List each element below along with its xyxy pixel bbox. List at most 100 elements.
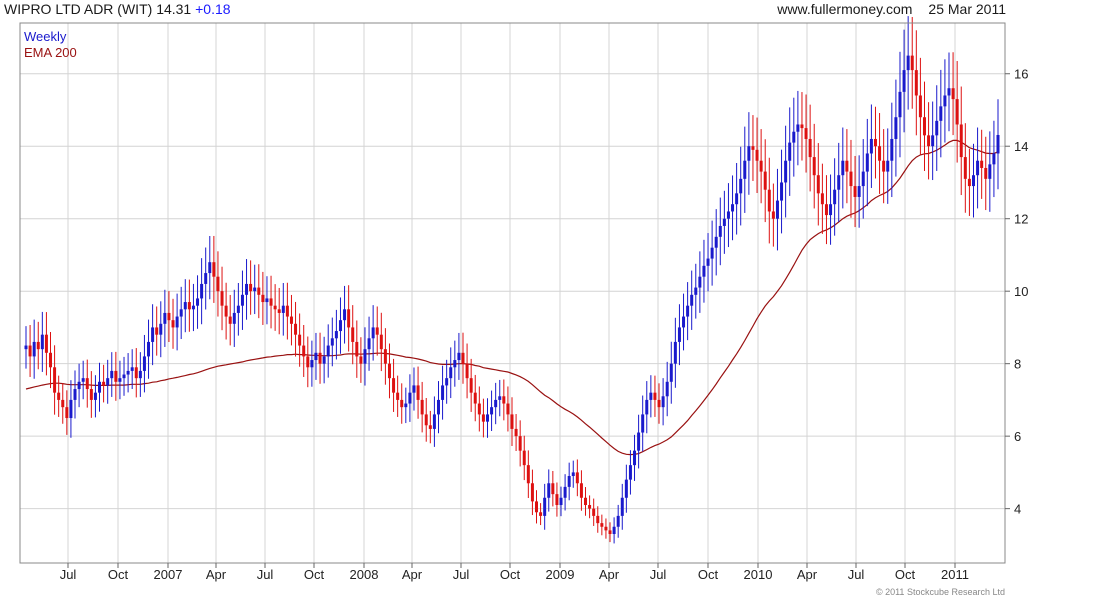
- candle-body: [939, 106, 943, 121]
- y-tick-label: 10: [1014, 284, 1028, 299]
- candle-body: [710, 247, 714, 259]
- candle-body: [65, 407, 69, 419]
- candle-body: [759, 160, 763, 172]
- candle-body: [539, 512, 543, 516]
- x-tick-label: Oct: [698, 567, 719, 582]
- candle-body: [359, 356, 363, 364]
- candle-body: [959, 124, 963, 158]
- candle-body: [228, 316, 232, 324]
- candle-body: [559, 497, 563, 506]
- candle-body: [927, 135, 931, 147]
- candle-body: [579, 483, 583, 498]
- candle-body: [976, 160, 980, 176]
- candle-body: [882, 160, 886, 172]
- candles-group: [24, 16, 1000, 544]
- candle-body: [608, 530, 612, 535]
- candle-body: [102, 381, 106, 386]
- candle-body: [780, 182, 784, 201]
- candle-body: [604, 526, 608, 531]
- candle-body: [367, 338, 371, 350]
- candle-body: [445, 378, 449, 386]
- candle-body: [624, 479, 628, 498]
- candle-body: [69, 399, 73, 419]
- candle-body: [931, 135, 935, 147]
- candle-body: [767, 189, 771, 212]
- candle-body: [788, 142, 792, 161]
- x-tick-label: Jul: [650, 567, 667, 582]
- candle-body: [592, 508, 596, 516]
- candle-body: [649, 392, 653, 400]
- candle-body: [718, 225, 722, 237]
- candle-body: [633, 450, 637, 466]
- candle-body: [396, 392, 400, 400]
- candle-body: [404, 403, 408, 408]
- candle-body: [951, 88, 955, 100]
- x-tick-label: 2008: [350, 567, 379, 582]
- candle-body: [669, 363, 673, 382]
- candle-body: [935, 120, 939, 136]
- candle-body: [620, 497, 624, 516]
- candle-body: [518, 436, 522, 451]
- candle-body: [584, 497, 588, 506]
- candle-body: [343, 309, 347, 321]
- candle-body: [747, 146, 751, 161]
- candle-body: [502, 396, 506, 404]
- candle-body: [155, 327, 159, 335]
- candle-body: [310, 360, 314, 368]
- y-axis: 4 6 8 10 12 14 16: [1005, 67, 1028, 517]
- candle-body: [379, 334, 383, 350]
- candle-body: [240, 294, 244, 306]
- candle-body: [947, 88, 951, 96]
- candle-body: [200, 283, 204, 299]
- candle-body: [106, 378, 110, 386]
- candle-body: [383, 349, 387, 364]
- candle-body: [314, 352, 318, 361]
- candle-body: [130, 367, 134, 371]
- candle-body: [902, 70, 906, 92]
- candle-body: [49, 352, 53, 368]
- candle-body: [187, 302, 191, 310]
- candle-body: [126, 370, 130, 375]
- candle-body: [800, 124, 804, 129]
- candle-body: [179, 309, 183, 317]
- candle-body: [77, 381, 81, 390]
- x-tick-label: Jul: [60, 567, 77, 582]
- candle-body: [453, 360, 457, 368]
- candle-body: [894, 117, 898, 139]
- candle-body: [191, 305, 195, 310]
- candle-body: [44, 334, 48, 353]
- candle-body: [273, 305, 277, 310]
- x-axis: Jul Oct 2007 Apr Jul Oct 2008 Apr Jul Oct 2009 Apr J…: [60, 563, 969, 582]
- candle-body: [498, 396, 502, 400]
- candle-body: [167, 312, 171, 321]
- candle-body: [163, 312, 167, 324]
- candle-body: [216, 276, 220, 292]
- candle-body: [898, 91, 902, 118]
- candle-body: [93, 392, 97, 400]
- candle-body: [914, 70, 918, 96]
- y-tick-label: 14: [1014, 139, 1028, 154]
- candle-body: [298, 334, 302, 346]
- candle-body: [988, 164, 992, 179]
- candle-body: [420, 399, 424, 415]
- candle-body: [673, 341, 677, 364]
- candle-body: [682, 316, 686, 328]
- x-tick-label: 2007: [154, 567, 183, 582]
- candle-body: [326, 345, 330, 357]
- y-tick-label: 16: [1014, 67, 1028, 82]
- candle-body: [910, 55, 914, 71]
- candle-body: [726, 211, 730, 219]
- candle-body: [641, 414, 645, 433]
- candle-body: [686, 305, 690, 317]
- candle-body: [98, 381, 102, 393]
- y-tick-label: 4: [1014, 502, 1021, 517]
- x-tick-label: Jul: [257, 567, 274, 582]
- candle-body: [653, 392, 657, 400]
- candle-body: [118, 378, 122, 382]
- candle-body: [281, 305, 285, 313]
- candle-body: [551, 483, 555, 495]
- candle-body: [114, 370, 118, 382]
- candle-body: [771, 211, 775, 219]
- y-tick-label: 8: [1014, 357, 1021, 372]
- candle-body: [588, 505, 592, 509]
